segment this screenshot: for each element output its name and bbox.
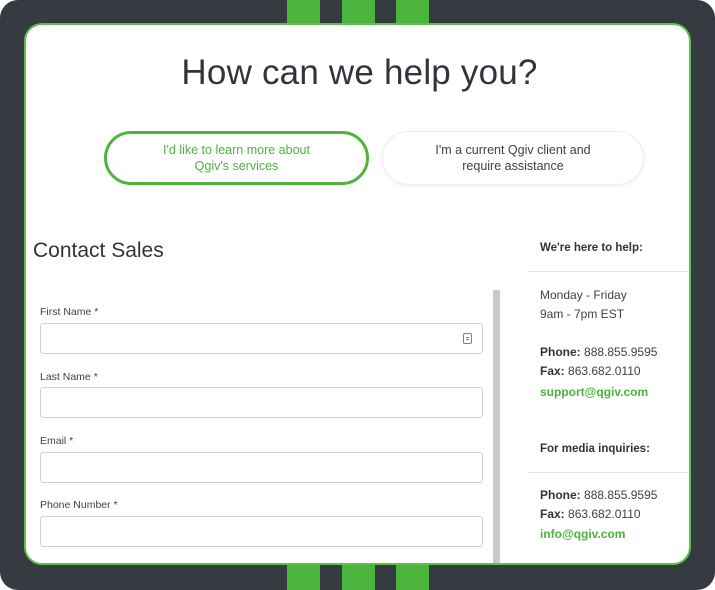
support-times: 9am - 7pm EST	[540, 307, 625, 321]
current-client-option-line2: require assistance	[462, 159, 564, 173]
first-name-label: First Name *	[40, 306, 99, 318]
media-fax-label: Fax:	[540, 507, 565, 521]
last-name-label: Last Name *	[40, 371, 98, 383]
last-name-field[interactable]	[40, 387, 483, 418]
media-contact: Phone: 888.855.9595 Fax: 863.682.0110	[540, 486, 657, 524]
contact-panel: How can we help you? I'd like to learn m…	[24, 23, 691, 565]
help-heading: We're here to help:	[540, 242, 643, 254]
sidebar-divider	[528, 472, 689, 473]
support-fax-label: Fax:	[540, 364, 565, 378]
support-phone: 888.855.9595	[584, 345, 658, 359]
page-title: How can we help you?	[181, 53, 538, 92]
form-scrollbar[interactable]	[493, 290, 500, 563]
email-label: Email *	[40, 435, 74, 447]
learn-more-option-line2: Qgiv's services	[194, 159, 279, 173]
media-phone-label: Phone:	[540, 488, 581, 502]
first-name-field[interactable]	[40, 323, 483, 354]
current-client-option-line1: I'm a current Qgiv client and	[435, 143, 591, 157]
current-client-option-button[interactable]: I'm a current Qgiv client and require as…	[382, 131, 644, 185]
email-field[interactable]	[40, 452, 483, 483]
accent-stripe	[342, 563, 375, 590]
phone-number-label: Phone Number *	[40, 499, 118, 511]
media-fax: 863.682.0110	[568, 507, 641, 521]
sidebar-divider	[528, 271, 689, 272]
support-hours: Monday - Friday 9am - 7pm EST	[540, 286, 627, 324]
media-phone: 888.855.9595	[584, 488, 658, 502]
accent-stripe	[396, 563, 429, 590]
support-fax: 863.682.0110	[568, 364, 641, 378]
learn-more-option-button[interactable]: I'd like to learn more about Qgiv's serv…	[104, 131, 369, 185]
support-email-link[interactable]: support@qgiv.com	[540, 385, 648, 399]
support-phone-label: Phone:	[540, 345, 581, 359]
phone-number-field[interactable]	[40, 516, 483, 547]
device-frame: How can we help you? I'd like to learn m…	[0, 0, 715, 590]
support-contact: Phone: 888.855.9595 Fax: 863.682.0110	[540, 343, 657, 381]
contact-card-icon[interactable]	[463, 333, 472, 344]
support-days: Monday - Friday	[540, 288, 627, 302]
media-email-link[interactable]: info@qgiv.com	[540, 527, 625, 541]
accent-stripe	[287, 563, 320, 590]
form-title: Contact Sales	[33, 239, 164, 262]
learn-more-option-line1: I'd like to learn more about	[163, 143, 310, 157]
media-heading: For media inquiries:	[540, 443, 650, 455]
